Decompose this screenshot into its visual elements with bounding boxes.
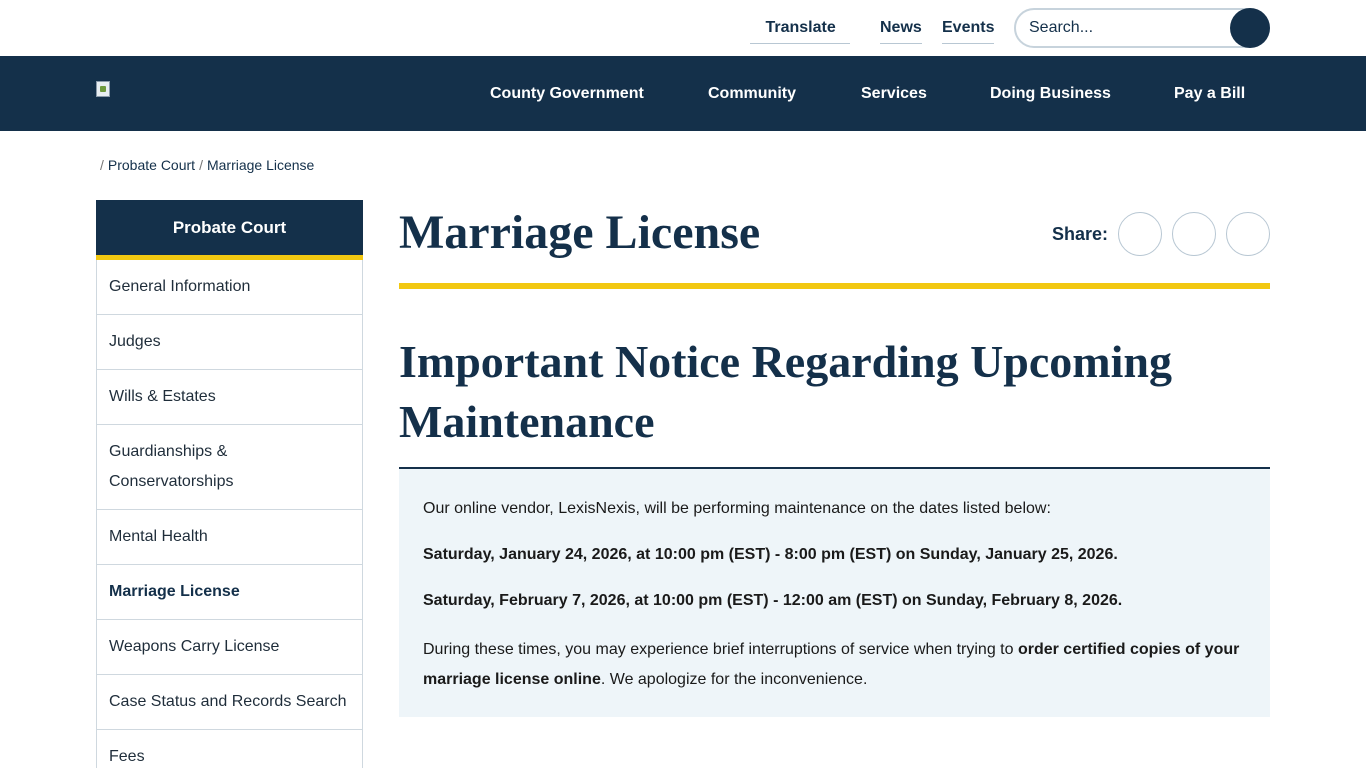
search-input[interactable]: [1029, 18, 1219, 38]
sidebar-item-fees[interactable]: Fees: [96, 730, 363, 768]
breadcrumb-separator: /: [199, 157, 203, 173]
breadcrumb-separator: /: [100, 157, 104, 173]
nav-label: Doing Business: [990, 85, 1111, 102]
sidebar-item-judges[interactable]: Judges: [96, 315, 363, 370]
notice-date-2: Saturday, February 7, 2026, at 10:00 pm …: [423, 592, 1123, 609]
nav-doing-business[interactable]: Doing Business: [990, 84, 1121, 104]
nav-label: Services: [861, 85, 927, 102]
news-link[interactable]: News: [880, 18, 922, 44]
utility-bar: Translate News Events: [0, 0, 1366, 56]
notice-outro-start: During these times, you may experience b…: [423, 641, 1018, 658]
sidebar-item-marriage-license[interactable]: Marriage License: [96, 565, 363, 620]
share-twitter-button[interactable]: [1172, 212, 1216, 256]
breadcrumb-current: Marriage License: [206, 157, 315, 173]
nav-services[interactable]: Services: [861, 84, 937, 104]
notice-intro: Our online vendor, LexisNexis, will be p…: [423, 500, 1051, 517]
sidebar-item-wills-estates[interactable]: Wills & Estates: [96, 370, 363, 425]
share-facebook-button[interactable]: [1118, 212, 1162, 256]
nav-pay-a-bill[interactable]: Pay a Bill: [1174, 84, 1255, 104]
translate-link[interactable]: Translate: [750, 18, 851, 44]
notice-outro: During these times, you may experience b…: [423, 635, 1246, 695]
sidebar: Probate Court General Information Judges…: [96, 200, 363, 768]
share-email-button[interactable]: [1226, 212, 1270, 256]
events-link[interactable]: Events: [942, 18, 995, 44]
broken-image-icon: [96, 81, 110, 97]
nav-county-government[interactable]: County Government: [490, 84, 654, 104]
nav-community[interactable]: Community: [708, 84, 806, 104]
breadcrumb: / Probate Court / Marriage License: [96, 156, 314, 177]
sidebar-item-general-information[interactable]: General Information: [96, 260, 363, 315]
nav-label: Community: [708, 85, 796, 102]
nav-label: County Government: [490, 85, 644, 102]
title-divider: [399, 283, 1270, 289]
county-logo[interactable]: [96, 81, 112, 97]
sidebar-item-mental-health[interactable]: Mental Health: [96, 510, 363, 565]
notice-box: Our online vendor, LexisNexis, will be p…: [399, 469, 1270, 717]
sidebar-heading[interactable]: Probate Court: [96, 200, 363, 260]
nav-label: Pay a Bill: [1174, 85, 1246, 102]
breadcrumb-probate-court[interactable]: Probate Court: [108, 157, 195, 173]
notice-outro-end: . We apologize for the inconvenience.: [600, 671, 868, 688]
sidebar-item-weapons-carry-license[interactable]: Weapons Carry License: [96, 620, 363, 675]
notice-date-1: Saturday, January 24, 2026, at 10:00 pm …: [423, 546, 1118, 563]
page-title: Marriage License: [399, 206, 761, 259]
search-button[interactable]: [1230, 8, 1270, 48]
share-label: Share:: [1052, 224, 1109, 244]
sidebar-item-guardianships[interactable]: Guardianships & Conservatorships: [96, 425, 363, 510]
main-nav: County Government Community Services Doi…: [0, 56, 1366, 131]
sidebar-item-case-status[interactable]: Case Status and Records Search: [96, 675, 363, 730]
translate-label: Translate: [765, 19, 836, 36]
notice-heading: Important Notice Regarding Upcoming Main…: [399, 336, 1172, 447]
